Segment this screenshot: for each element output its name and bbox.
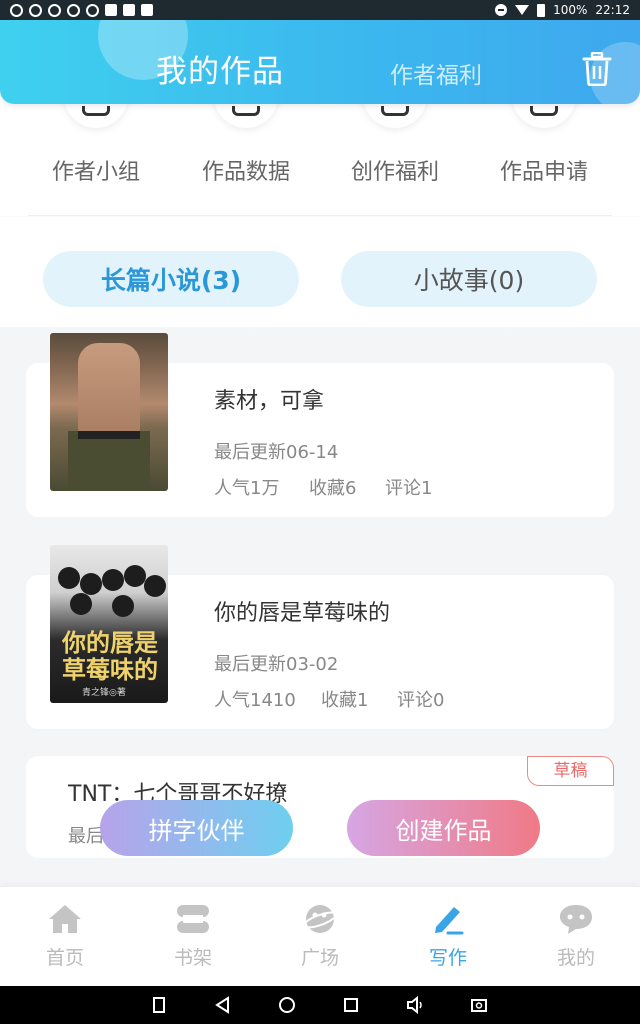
battery-icon <box>537 3 546 17</box>
status-bar: 100% 22:12 <box>0 0 640 20</box>
work-favorites: 收藏1 <box>321 690 369 711</box>
nav-item-bookshelf[interactable]: 书架 <box>129 887 257 987</box>
cover-figure <box>58 567 80 589</box>
bottom-nav: 首页 书架 广场 写作 我的 <box>0 886 640 986</box>
notification-icon <box>10 3 23 17</box>
divider <box>28 215 612 216</box>
tab-long-novels[interactable]: 长篇小说(3) <box>43 251 299 307</box>
notification-icon <box>67 3 80 17</box>
notification-icon <box>86 3 99 17</box>
wifi-icon <box>515 5 530 15</box>
work-favorites: 收藏6 <box>309 478 357 499</box>
nav-label: 书架 <box>173 947 212 969</box>
trash-icon[interactable] <box>582 52 612 86</box>
home-button-icon[interactable] <box>278 996 296 1014</box>
notification-icons <box>10 3 153 17</box>
android-icon <box>141 4 153 16</box>
do-not-disturb-icon <box>495 4 508 16</box>
system-nav-bar <box>0 986 640 1024</box>
cover-figure <box>144 575 166 597</box>
nav-label: 写作 <box>428 947 467 969</box>
work-type-tabs: 长篇小说(3) 小故事(0) <box>0 217 640 327</box>
cover-figure <box>78 343 140 438</box>
writing-partner-button[interactable]: 拼字伙伴 <box>100 800 293 856</box>
activity-icon <box>123 4 135 16</box>
cover-figure <box>124 565 146 587</box>
work-updated: 最后更新03-02 <box>214 654 339 675</box>
battery-level: 100% <box>553 3 588 17</box>
quick-actions: 作者小组 作品数据 创作福利 作品申请 <box>0 104 640 216</box>
nav-label: 我的 <box>556 947 595 969</box>
back-icon[interactable] <box>214 996 232 1014</box>
planet-icon <box>302 905 338 933</box>
quick-action-label: 作品申请 <box>499 160 588 185</box>
create-work-button[interactable]: 创建作品 <box>347 800 540 856</box>
work-cover-image[interactable] <box>50 333 168 491</box>
nav-label: 首页 <box>45 947 84 969</box>
work-popularity: 人气1410 <box>214 690 296 711</box>
layers-icon <box>214 104 278 128</box>
content-area: 作者小组 作品数据 创作福利 作品申请 长篇小说(3) 小故事(0) 素材，可拿… <box>0 104 640 886</box>
cover-figure <box>112 595 134 617</box>
gift-icon <box>363 104 427 128</box>
quick-action-label: 创作福利 <box>350 160 439 185</box>
header: 我的作品 作者福利 <box>0 20 640 104</box>
volume-icon[interactable] <box>406 996 424 1014</box>
pen-icon <box>435 907 464 935</box>
cover-figure <box>78 431 140 439</box>
chat-bubble-icon <box>560 905 592 934</box>
recents-icon[interactable] <box>342 996 360 1014</box>
tab-short-stories[interactable]: 小故事(0) <box>341 251 597 307</box>
cover-figure <box>102 569 124 591</box>
work-cover-image[interactable]: 你的唇是草莓味的 青之锋◎著 <box>50 545 168 703</box>
cover-figure <box>68 431 150 491</box>
home-icon <box>49 905 81 933</box>
nav-item-me[interactable]: 我的 <box>512 887 640 987</box>
rotate-icon[interactable] <box>150 996 168 1014</box>
nav-label: 广场 <box>300 947 339 969</box>
cover-figure <box>70 593 92 615</box>
work-title: 素材，可拿 <box>214 389 325 414</box>
work-comments: 评论1 <box>385 478 433 499</box>
cover-title: 你的唇是草莓味的 <box>62 628 158 684</box>
work-comments: 评论0 <box>397 690 445 711</box>
cover-figure <box>80 573 102 595</box>
work-updated: 最后 <box>68 826 104 847</box>
tab-my-works[interactable]: 我的作品 <box>156 46 284 91</box>
nav-item-write[interactable]: 写作 <box>384 887 512 987</box>
quick-action-label: 作者小组 <box>51 160 140 185</box>
nav-item-home[interactable]: 首页 <box>1 887 129 987</box>
nav-item-square[interactable]: 广场 <box>256 887 384 987</box>
group-icon <box>64 104 128 128</box>
work-popularity: 人气1万 <box>214 478 280 499</box>
bookshelf-icon <box>177 905 209 933</box>
cover-author: 青之锋◎著 <box>82 688 126 698</box>
notification-icon <box>29 3 42 17</box>
clock: 22:12 <box>595 3 630 17</box>
document-icon <box>512 104 576 128</box>
work-updated: 最后更新06-14 <box>214 442 339 463</box>
quick-action-label: 作品数据 <box>201 160 290 185</box>
screenshot-icon[interactable] <box>470 996 488 1014</box>
work-title: 你的唇是草莓味的 <box>214 601 391 626</box>
notification-icon <box>48 3 61 17</box>
tab-author-benefits[interactable]: 作者福利 <box>390 56 482 90</box>
image-icon <box>105 4 117 16</box>
draft-badge: 草稿 <box>527 756 614 786</box>
